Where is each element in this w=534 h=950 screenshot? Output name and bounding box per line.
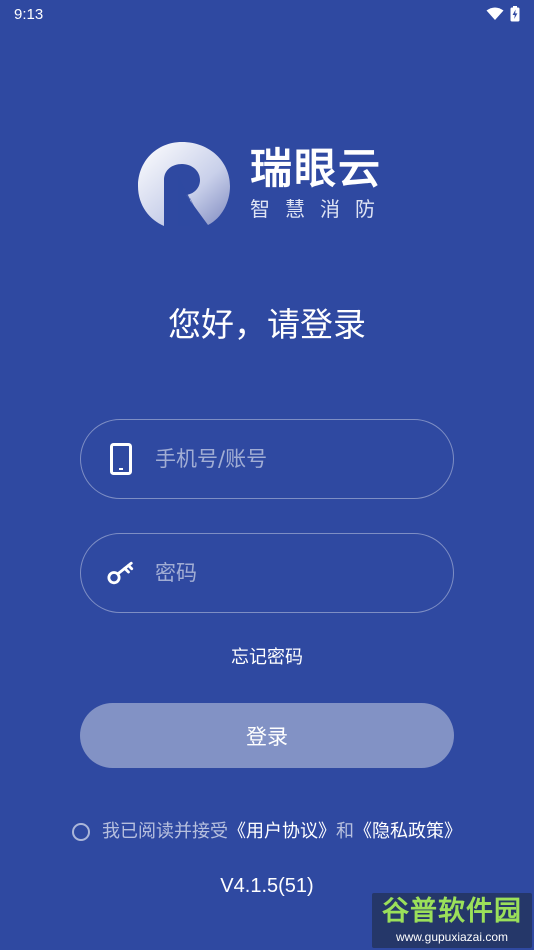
user-agreement-link[interactable]: 《用户协议》	[228, 818, 336, 846]
brand-subtitle: 智慧消防	[250, 197, 390, 221]
forgot-password-link[interactable]: 忘记密码	[0, 644, 534, 672]
privacy-policy-link[interactable]: 《隐私政策》	[354, 818, 462, 846]
agreement-prefix: 我已阅读并接受	[102, 821, 228, 842]
brand-name: 瑞眼云	[250, 144, 383, 193]
status-icons	[486, 6, 520, 22]
phone-icon	[107, 442, 135, 476]
login-greeting: 您好，请登录	[168, 305, 366, 344]
account-field[interactable]	[80, 419, 454, 499]
password-input[interactable]	[155, 561, 415, 585]
watermark: 谷普软件园 www.gupuxiazai.com	[372, 893, 532, 948]
brand-logo: 瑞眼云 智慧消防	[138, 140, 398, 230]
battery-charging-icon	[510, 6, 520, 22]
status-bar: 9:13	[0, 0, 534, 28]
login-button[interactable]: 登录	[80, 703, 454, 768]
agreement-checkbox[interactable]	[72, 823, 90, 841]
password-field[interactable]	[80, 533, 454, 613]
wifi-icon	[486, 7, 504, 20]
account-input[interactable]	[155, 447, 415, 471]
status-time: 9:13	[14, 5, 44, 23]
agreement-conjunction: 和	[336, 821, 354, 842]
ruiyan-logo-icon	[138, 142, 230, 226]
key-icon	[107, 556, 135, 590]
agreement-row: 我已阅读并接受 《用户协议》 和 《隐私政策》	[0, 818, 534, 846]
watermark-title: 谷普软件园	[382, 896, 522, 927]
watermark-url: www.gupuxiazai.com	[395, 930, 509, 944]
